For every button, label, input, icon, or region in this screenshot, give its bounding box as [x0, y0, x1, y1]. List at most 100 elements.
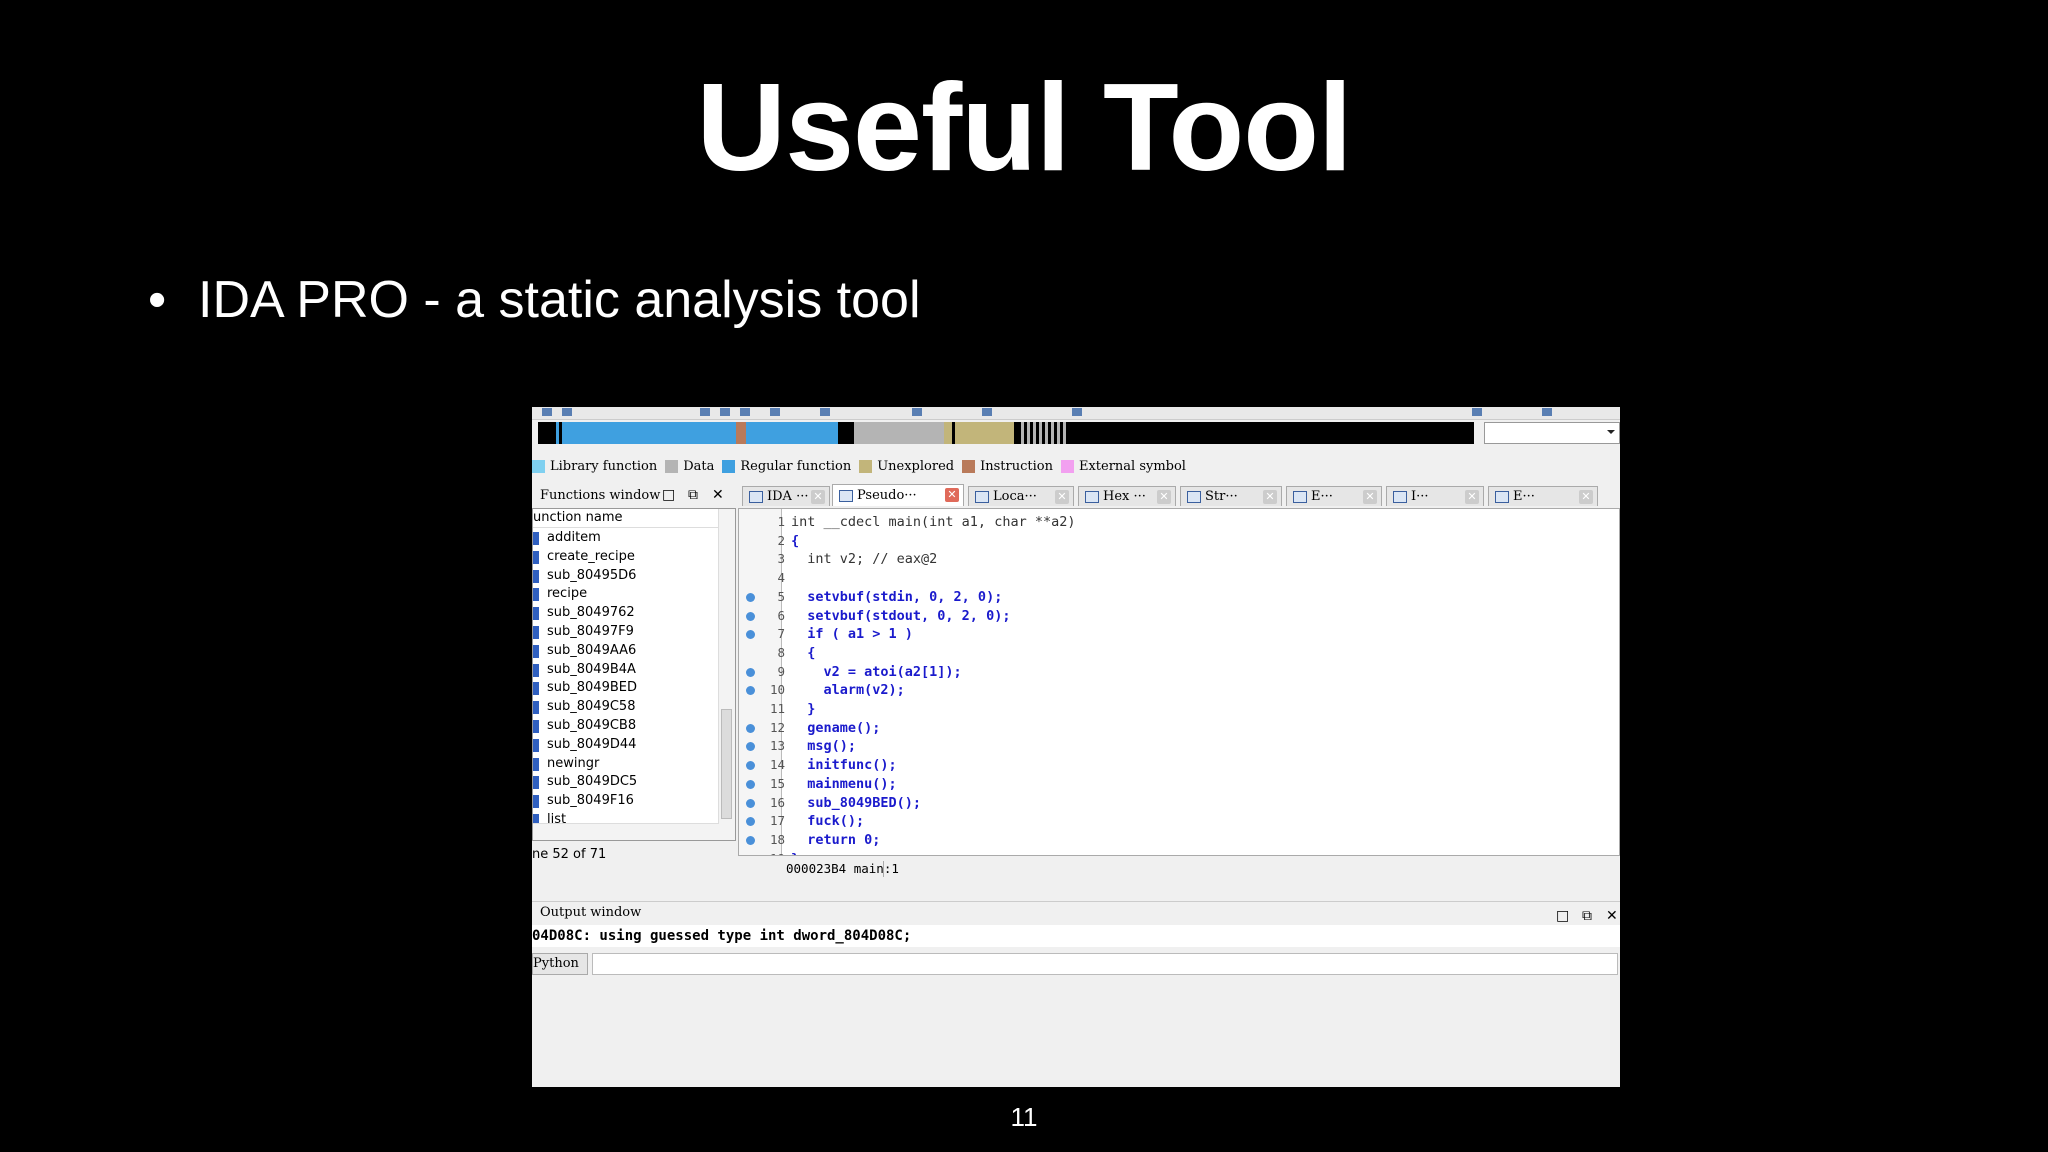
command-input[interactable]: [592, 953, 1618, 975]
function-list-item[interactable]: newingr: [533, 755, 719, 774]
legend-swatch: [859, 459, 873, 473]
code-line[interactable]: 19}: [739, 850, 1619, 855]
code-line[interactable]: 10 alarm(v2);: [739, 681, 1619, 700]
column-header-function-name[interactable]: unction name: [533, 509, 735, 528]
toolbar-icon[interactable]: [820, 408, 830, 416]
tab-imports[interactable]: I··· ✕: [1386, 486, 1484, 506]
toolbar-icon[interactable]: [1072, 408, 1082, 416]
function-list-item[interactable]: sub_8049762: [533, 604, 719, 623]
code-line[interactable]: 11 }: [739, 700, 1619, 719]
segment-dropdown[interactable]: [1484, 422, 1620, 444]
code-line[interactable]: 5 setvbuf(stdin, 0, 2, 0);: [739, 588, 1619, 607]
status-address: 000023B4 main:1: [786, 861, 899, 876]
legend-label: Regular function: [740, 458, 852, 474]
code-line[interactable]: 17 fuck();: [739, 812, 1619, 831]
legend-swatch: [665, 459, 679, 473]
pseudocode-icon: [839, 489, 853, 502]
code-line[interactable]: 6 setvbuf(stdout, 0, 2, 0);: [739, 607, 1619, 626]
tab-exports[interactable]: E··· ✕: [1488, 486, 1598, 506]
slide-title: Useful Tool: [696, 59, 1353, 197]
line-number: 16: [769, 794, 785, 810]
close-tab-icon[interactable]: ✕: [1465, 490, 1479, 504]
legend-swatch: [962, 459, 976, 473]
toolbar-icon[interactable]: [770, 408, 780, 416]
function-list-item[interactable]: sub_8049CB8: [533, 717, 719, 736]
vertical-scrollbar[interactable]: [718, 509, 735, 840]
navigation-band[interactable]: [538, 422, 1474, 444]
function-list-item[interactable]: sub_8049AA6: [533, 642, 719, 661]
code-line[interactable]: 3 int v2; // eax@2: [739, 550, 1619, 569]
output-text: 04D08C: using guessed type int dword_804…: [532, 925, 1620, 947]
code-line[interactable]: 15 mainmenu();: [739, 775, 1619, 794]
code-line[interactable]: 14 initfunc();: [739, 756, 1619, 775]
code-line[interactable]: 12 gename();: [739, 719, 1619, 738]
toolbar-icon[interactable]: [720, 408, 730, 416]
tab-enums[interactable]: E··· ✕: [1286, 486, 1382, 506]
function-list-item[interactable]: sub_80495D6: [533, 567, 719, 586]
close-tab-icon[interactable]: ✕: [1579, 490, 1593, 504]
legend-item-external-symbol: External symbol: [1060, 459, 1186, 474]
pseudocode-view[interactable]: 1 int __cdecl main(int a1, char **a2) 2{3 …: [738, 508, 1620, 856]
maximize-icon[interactable]: □: [662, 487, 675, 503]
code-text: int __cdecl main(int a1, char **a2): [791, 514, 1076, 530]
toolbar-icon[interactable]: [1472, 408, 1482, 416]
close-tab-icon[interactable]: ✕: [1157, 490, 1171, 504]
function-list-item[interactable]: create_recipe: [533, 548, 719, 567]
close-icon[interactable]: ✕: [712, 487, 724, 503]
line-number: 5: [777, 588, 785, 604]
toolbar-icon[interactable]: [700, 408, 710, 416]
toolbar-icon[interactable]: [982, 408, 992, 416]
code-line[interactable]: 13 msg();: [739, 737, 1619, 756]
tab-strings[interactable]: Str··· ✕: [1180, 486, 1282, 506]
close-tab-icon[interactable]: ✕: [811, 490, 825, 504]
toolbar-icon[interactable]: [542, 408, 552, 416]
toolbar-icon[interactable]: [562, 408, 572, 416]
functions-window: unction name additem create_recipe sub_804…: [532, 508, 736, 841]
local-types-icon: [975, 490, 989, 503]
code-line[interactable]: 16 sub_8049BED();: [739, 794, 1619, 813]
code-line[interactable]: 2{: [739, 532, 1619, 551]
horizontal-scrollbar[interactable]: [533, 823, 719, 840]
line-number: 3: [777, 551, 785, 567]
function-list-item[interactable]: additem: [533, 529, 719, 548]
maximize-icon[interactable]: □: [1556, 905, 1569, 927]
code-line[interactable]: 9 v2 = atoi(a2[1]);: [739, 663, 1619, 682]
legend-swatch: [1060, 459, 1074, 473]
nav-segment: [746, 422, 846, 444]
code-line[interactable]: 18 return 0;: [739, 831, 1619, 850]
close-tab-icon[interactable]: ✕: [1263, 490, 1277, 504]
code-line[interactable]: 7 if ( a1 > 1 ): [739, 625, 1619, 644]
function-list-item[interactable]: sub_80497F9: [533, 623, 719, 642]
line-number: 11: [769, 701, 785, 716]
float-window-icon[interactable]: ⧉: [1582, 905, 1592, 927]
tab-local-types[interactable]: Loca··· ✕: [968, 486, 1074, 506]
toolbar-icon[interactable]: [740, 408, 750, 416]
tab-hex-view[interactable]: Hex ··· ✕: [1078, 486, 1176, 506]
tab-pseudocode[interactable]: Pseudo··· ✕: [832, 484, 964, 506]
legend-label: Instruction: [980, 458, 1053, 474]
toolbar-icon[interactable]: [1542, 408, 1552, 416]
tab-label: Str···: [1205, 489, 1238, 504]
function-list-item[interactable]: sub_8049F16: [533, 792, 719, 811]
code-line[interactable]: 8 {: [739, 644, 1619, 663]
code-line[interactable]: 4: [739, 569, 1619, 588]
close-icon[interactable]: ✕: [1606, 905, 1618, 927]
line-number: 4: [777, 570, 785, 586]
code-line[interactable]: 1 int __cdecl main(int a1, char **a2): [739, 513, 1619, 532]
python-button[interactable]: Python: [532, 953, 588, 975]
function-list-item[interactable]: sub_8049DC5: [533, 773, 719, 792]
close-tab-icon[interactable]: ✕: [1055, 490, 1069, 504]
close-tab-icon[interactable]: ✕: [1363, 490, 1377, 504]
nav-segment: [854, 422, 944, 444]
function-list-item[interactable]: sub_8049D44: [533, 736, 719, 755]
tab-ida-view[interactable]: IDA ··· ✕: [742, 486, 830, 506]
function-list-item[interactable]: sub_8049B4A: [533, 661, 719, 680]
line-number: 19: [747, 850, 785, 855]
close-tab-icon[interactable]: ✕: [945, 488, 959, 502]
function-list-item[interactable]: sub_8049C58: [533, 698, 719, 717]
scroll-thumb[interactable]: [721, 709, 732, 819]
float-window-icon[interactable]: ⧉: [688, 487, 698, 503]
toolbar-icon[interactable]: [912, 408, 922, 416]
function-list-item[interactable]: sub_8049BED: [533, 679, 719, 698]
function-list-item[interactable]: recipe: [533, 585, 719, 604]
